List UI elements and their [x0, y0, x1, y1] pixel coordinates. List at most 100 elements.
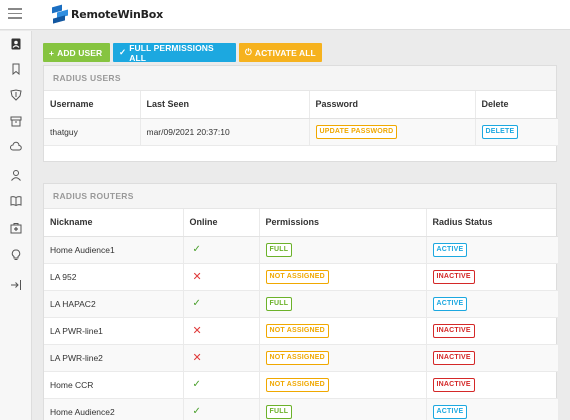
routers-table: Nickname Online Permissions Radius Statu…: [44, 209, 558, 420]
users-table: Username Last Seen Password Delete thatg…: [44, 91, 558, 146]
permissions-cell: FULL: [259, 290, 427, 318]
permissions-badge[interactable]: NOT ASSIGNED: [265, 269, 329, 284]
permissions-cell: NOT ASSIGNED: [259, 344, 427, 372]
online-cell: ✓: [183, 236, 260, 264]
permissions-badge[interactable]: FULL: [265, 242, 293, 257]
column-header-radius-status: Radius Status: [426, 209, 558, 237]
panel-title: RADIUS USERS: [44, 66, 556, 91]
update-password-button[interactable]: UPDATE PASSWORD: [315, 124, 398, 139]
app-logo[interactable]: RemoteWinBox: [52, 4, 164, 24]
permissions-cell: NOT ASSIGNED: [259, 371, 427, 399]
online-cell: ✓: [183, 371, 260, 399]
online-check-icon: ✓: [192, 244, 201, 255]
radius-status-badge[interactable]: ACTIVE: [432, 242, 468, 257]
nickname-cell: LA PWR-line2: [44, 344, 184, 372]
permissions-cell: FULL: [259, 236, 427, 264]
column-header-delete: Delete: [475, 91, 558, 119]
table-row: Home Audience1 ✓ FULL ACTIVE: [44, 236, 558, 264]
username-cell: thatguy: [44, 118, 141, 146]
permissions-badge[interactable]: FULL: [265, 404, 293, 419]
nickname-cell: Home Audience2: [44, 398, 184, 420]
online-cell: ✓: [183, 290, 260, 318]
radius-status-cell: ACTIVE: [426, 398, 558, 420]
user-icon[interactable]: [8, 167, 24, 183]
app-title: RemoteWinBox: [71, 8, 164, 21]
online-cell: ✕: [183, 263, 260, 291]
radius-users-panel: RADIUS USERS Username Last Seen Password…: [43, 65, 558, 162]
online-cell: ✓: [183, 398, 260, 420]
permissions-badge[interactable]: NOT ASSIGNED: [265, 377, 329, 392]
radius-status-badge[interactable]: INACTIVE: [432, 350, 475, 365]
radius-status-cell: INACTIVE: [426, 344, 558, 372]
table-row: LA PWR-line2 ✕ NOT ASSIGNED INACTIVE: [44, 344, 558, 372]
table-row: Home CCR ✓ NOT ASSIGNED INACTIVE: [44, 371, 558, 399]
radius-status-cell: INACTIVE: [426, 317, 558, 345]
action-toolbar: + ADD USER ✓ FULL PERMISSIONS ALL ⏻ ACTI…: [43, 43, 322, 63]
radius-routers-panel: RADIUS ROUTERS Nickname Online Permissio…: [43, 183, 558, 420]
radius-status-cell: ACTIVE: [426, 236, 558, 264]
table-row: LA PWR-line1 ✕ NOT ASSIGNED INACTIVE: [44, 317, 558, 345]
add-user-button[interactable]: + ADD USER: [43, 43, 110, 62]
online-check-icon: ✓: [192, 379, 201, 390]
offline-cross-icon: ✕: [192, 325, 202, 337]
nickname-cell: Home CCR: [44, 371, 184, 399]
permissions-cell: NOT ASSIGNED: [259, 317, 427, 345]
cloud-icon[interactable]: [8, 139, 24, 155]
online-check-icon: ✓: [192, 298, 201, 309]
lightbulb-icon[interactable]: [8, 247, 24, 263]
nickname-cell: Home Audience1: [44, 236, 184, 264]
activate-all-button[interactable]: ⏻ ACTIVATE ALL: [239, 43, 322, 62]
panel-title: RADIUS ROUTERS: [44, 184, 556, 209]
offline-cross-icon: ✕: [192, 352, 202, 364]
check-icon: ✓: [119, 47, 127, 57]
offline-cross-icon: ✕: [192, 271, 202, 283]
online-cell: ✕: [183, 317, 260, 345]
column-header-online: Online: [183, 209, 260, 237]
radius-status-badge[interactable]: INACTIVE: [432, 323, 475, 338]
permissions-cell: FULL: [259, 398, 427, 420]
radius-status-cell: ACTIVE: [426, 290, 558, 318]
sidebar: [0, 31, 32, 420]
nickname-cell: LA PWR-line1: [44, 317, 184, 345]
plus-icon: +: [49, 47, 55, 58]
column-header-nickname: Nickname: [44, 209, 184, 237]
permissions-badge[interactable]: NOT ASSIGNED: [265, 350, 329, 365]
radius-status-badge[interactable]: INACTIVE: [432, 269, 475, 284]
nickname-cell: LA 952: [44, 263, 184, 291]
nickname-cell: LA HAPAC2: [44, 290, 184, 318]
permissions-badge[interactable]: NOT ASSIGNED: [265, 323, 329, 338]
top-bar: RemoteWinBox: [0, 0, 570, 30]
radius-status-badge[interactable]: ACTIVE: [432, 296, 468, 311]
medkit-icon[interactable]: [8, 220, 24, 236]
radius-status-badge[interactable]: ACTIVE: [432, 404, 468, 419]
radius-status-cell: INACTIVE: [426, 263, 558, 291]
bookmark-icon[interactable]: [8, 61, 24, 77]
radius-status-cell: INACTIVE: [426, 371, 558, 399]
book-icon[interactable]: [8, 193, 24, 209]
radius-status-badge[interactable]: INACTIVE: [432, 377, 475, 392]
permissions-badge[interactable]: FULL: [265, 296, 293, 311]
password-cell: UPDATE PASSWORD: [309, 118, 476, 146]
online-check-icon: ✓: [192, 406, 201, 417]
full-permissions-all-button[interactable]: ✓ FULL PERMISSIONS ALL: [113, 43, 236, 63]
online-cell: ✕: [183, 344, 260, 372]
logout-icon[interactable]: [8, 277, 24, 293]
shield-icon[interactable]: [8, 87, 24, 103]
delete-cell: DELETE: [475, 118, 558, 146]
contacts-icon[interactable]: [8, 36, 24, 52]
column-header-username: Username: [44, 91, 141, 119]
table-row: thatguy mar/09/2021 20:37:10 UPDATE PASS…: [44, 118, 558, 146]
table-row: Home Audience2 ✓ FULL ACTIVE: [44, 398, 558, 420]
archive-icon[interactable]: [8, 113, 24, 129]
hamburger-menu-icon[interactable]: [8, 8, 22, 20]
permissions-cell: NOT ASSIGNED: [259, 263, 427, 291]
table-row: LA 952 ✕ NOT ASSIGNED INACTIVE: [44, 263, 558, 291]
delete-user-button[interactable]: DELETE: [481, 124, 519, 139]
column-header-last-seen: Last Seen: [140, 91, 310, 119]
power-icon: ⏻: [245, 47, 252, 57]
column-header-password: Password: [309, 91, 476, 119]
table-row: LA HAPAC2 ✓ FULL ACTIVE: [44, 290, 558, 318]
logo-mark-icon: [52, 4, 68, 24]
last-seen-cell: mar/09/2021 20:37:10: [140, 118, 310, 146]
column-header-permissions: Permissions: [259, 209, 427, 237]
